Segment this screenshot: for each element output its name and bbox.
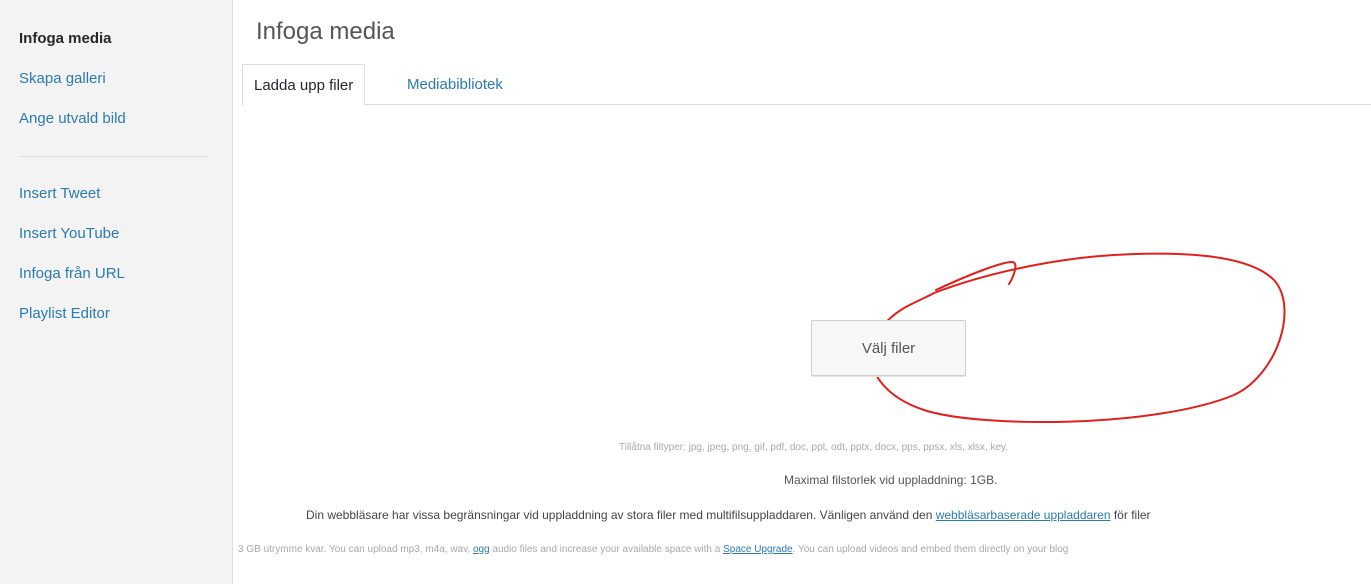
space-note-text: 3 GB utrymme kvar. You can upload mp3, m… [238,544,473,555]
browser-note-tail: för filer [1110,508,1151,522]
space-note-tail: . You can upload videos and embed them d… [792,544,1069,555]
browser-note-text: Din webbläsare har vissa begränsningar v… [306,508,936,522]
space-upgrade-link[interactable]: Space Upgrade [723,544,793,555]
media-main-panel: Infoga media Ladda upp filer Mediabiblio… [234,0,1371,584]
browser-limitation-note: Din webbläsare har vissa begränsningar v… [306,508,1371,522]
page-title: Infoga media [256,18,395,45]
sidebar-item-insert-youtube[interactable]: Insert YouTube [0,221,232,261]
sidebar-menu: Infoga media Skapa galleri Ange utvald b… [0,0,232,341]
ogg-link[interactable]: ogg [473,544,490,555]
sidebar-item-skapa-galleri[interactable]: Skapa galleri [0,66,232,106]
browser-uploader-link[interactable]: webbläsarbaserade uppladdaren [936,508,1111,522]
allowed-filetypes-text: Tillåtna filtyper: jpg, jpeg, png, gif, … [619,442,1009,453]
sidebar-item-ange-utvald-bild[interactable]: Ange utvald bild [0,106,232,146]
sidebar-item-infoga-media[interactable]: Infoga media [0,26,232,66]
media-tabs: Ladda upp filer Mediabibliotek [242,64,1371,106]
tab-mediabibliotek[interactable]: Mediabibliotek [396,64,514,105]
media-sidebar: Infoga media Skapa galleri Ange utvald b… [0,0,233,584]
sidebar-separator [20,156,208,157]
max-filesize-text: Maximal filstorlek vid uppladdning: 1GB. [784,473,998,487]
select-files-button[interactable]: Välj filer [811,320,966,376]
space-remaining-note: 3 GB utrymme kvar. You can upload mp3, m… [234,544,1371,555]
space-note-middle: audio files and increase your available … [489,544,724,555]
sidebar-item-playlist-editor[interactable]: Playlist Editor [0,301,232,341]
tab-ladda-upp-filer[interactable]: Ladda upp filer [242,64,366,106]
sidebar-item-infoga-fran-url[interactable]: Infoga från URL [0,261,232,301]
sidebar-item-insert-tweet[interactable]: Insert Tweet [0,181,232,221]
